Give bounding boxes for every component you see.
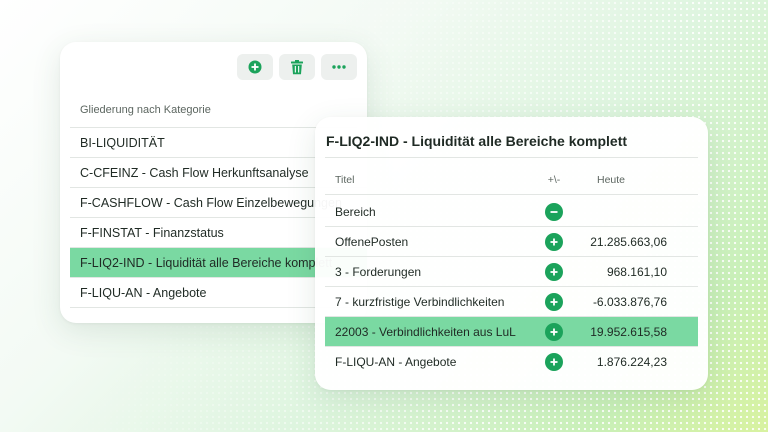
row-title: Bereich — [335, 204, 376, 219]
expand-button[interactable] — [545, 262, 563, 281]
plus-circle-icon — [550, 238, 558, 245]
row-title: F-LIQU-AN - Angebote — [335, 355, 457, 369]
column-header-plus-minus: +\- — [547, 173, 561, 186]
detail-title: F-LIQ2-IND - Liquidität alle Bereiche ko… — [326, 133, 628, 149]
table-row[interactable]: OffenePosten 21.285.663,06 — [325, 227, 698, 257]
plus-circle-icon — [248, 60, 262, 74]
row-title: 22003 - Verbindlichkeiten aus LuL — [335, 324, 516, 339]
plus-circle-icon — [550, 298, 558, 305]
plus-circle-icon — [550, 358, 558, 366]
table-row[interactable]: Bereich — [325, 197, 698, 227]
row-title: 3 - Forderungen — [335, 264, 422, 279]
row-value: 1.876.224,23 — [596, 355, 667, 369]
category-toolbar — [237, 54, 357, 80]
expand-button[interactable] — [545, 292, 563, 311]
row-value: 19.952.615,58 — [590, 324, 667, 339]
column-header-today: Heute — [597, 173, 626, 186]
expand-button[interactable] — [545, 322, 563, 341]
add-button[interactable] — [237, 54, 273, 80]
ellipsis-icon — [332, 65, 346, 69]
more-options-button[interactable] — [321, 54, 357, 80]
list-header: Gliederung nach Kategorie — [70, 98, 357, 128]
row-title: 7 - kurzfristige Verbindlichkeiten — [335, 294, 505, 309]
plus-circle-icon — [550, 268, 558, 275]
trash-icon — [291, 59, 303, 74]
minus-circle-icon — [550, 210, 558, 213]
detail-panel: F-LIQ2-IND - Liquidität alle Bereiche ko… — [315, 117, 708, 390]
column-header-title: Titel — [335, 173, 355, 186]
title-divider — [325, 157, 698, 158]
row-value: 968.161,10 — [606, 264, 667, 279]
row-title: OffenePosten — [335, 234, 409, 249]
table-header: Titel +\- Heute — [325, 165, 698, 195]
expand-button[interactable] — [545, 353, 563, 371]
table-row[interactable]: 7 - kurzfristige Verbindlichkeiten -6.03… — [325, 287, 698, 317]
row-value: -6.033.876,76 — [592, 294, 667, 309]
delete-button[interactable] — [279, 54, 315, 80]
row-value: 21.285.663,06 — [590, 234, 667, 249]
table-row-selected[interactable]: 22003 - Verbindlichkeiten aus LuL 19.952… — [325, 317, 698, 347]
plus-circle-icon — [550, 328, 558, 335]
table-body: Bereich OffenePosten 21.285.663,06 3 - F… — [325, 197, 698, 377]
table-row[interactable]: F-LIQU-AN - Angebote 1.876.224,23 — [325, 347, 698, 377]
collapse-button[interactable] — [545, 202, 563, 221]
expand-button[interactable] — [545, 232, 563, 251]
table-row[interactable]: 3 - Forderungen 968.161,10 — [325, 257, 698, 287]
